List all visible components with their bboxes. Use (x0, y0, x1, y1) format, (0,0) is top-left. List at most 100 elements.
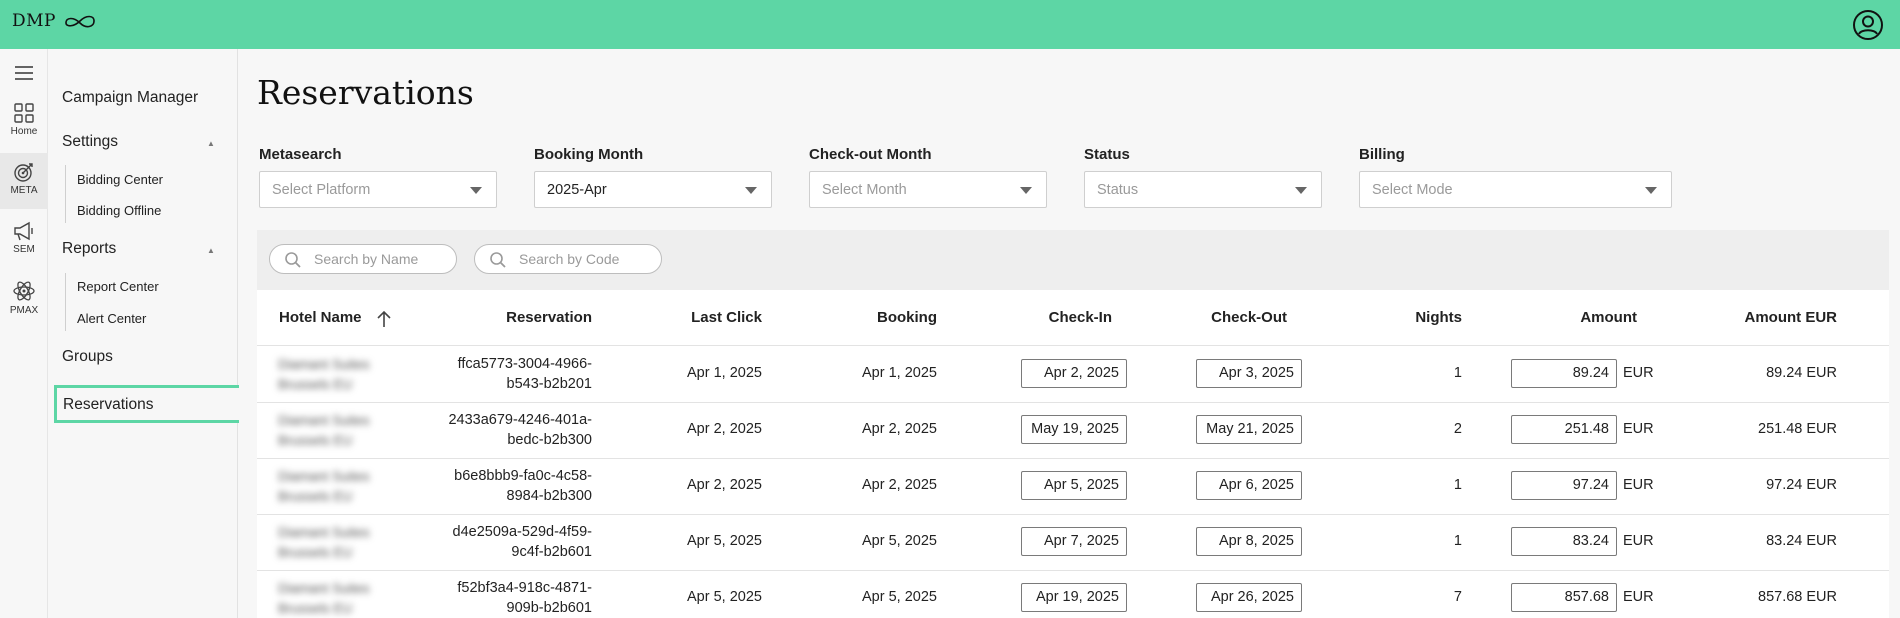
status-select[interactable]: Status (1084, 171, 1322, 208)
search-placeholder: Search by Name (314, 251, 419, 267)
rail-item-pmax[interactable]: PMAX (0, 271, 48, 327)
nights-cell: 1 (1453, 477, 1462, 493)
user-account-icon[interactable] (1852, 9, 1884, 41)
amount-field[interactable]: 97.24 (1511, 471, 1617, 500)
check-out-date-field[interactable]: Apr 3, 2025 (1196, 359, 1302, 388)
search-by-name-input[interactable]: Search by Name (269, 244, 457, 274)
reservation-id-cell: b6e8bbb9-fa0c-4c58- 8984-b2b300 (442, 466, 592, 506)
hotel-name-cell: Diamant Suites Brussels EU (278, 579, 388, 618)
rail-item-sem[interactable]: SEM (0, 212, 48, 268)
amount-eur-cell: 83.24 EUR (1766, 533, 1837, 549)
checkout-month-select[interactable]: Select Month (809, 171, 1047, 208)
check-out-date-field[interactable]: Apr 6, 2025 (1196, 471, 1302, 500)
check-out-date-field[interactable]: Apr 8, 2025 (1196, 527, 1302, 556)
reservation-id-line: 2433a679-4246-401a- (448, 412, 592, 428)
sidebar-item-bidding-offline[interactable]: Bidding Offline (77, 203, 161, 218)
hotel-location-line: Brussels EU (278, 377, 353, 392)
last-click-cell: Apr 5, 2025 (687, 589, 762, 605)
rail-item-home[interactable]: Home (0, 94, 48, 150)
search-icon (285, 252, 301, 268)
rail-item-meta[interactable]: META (0, 153, 48, 209)
check-out-date-field[interactable]: May 21, 2025 (1196, 415, 1302, 444)
filter-booking-month: Booking Month 2025-Apr (534, 146, 772, 208)
table-row[interactable]: Diamant Suites Brussels EU 2433a679-4246-… (257, 403, 1889, 459)
table-search-bar: Search by Name Search by Code (257, 230, 1889, 290)
sidebar-item-bidding-center[interactable]: Bidding Center (77, 172, 163, 187)
column-header-booking[interactable]: Booking (837, 309, 937, 326)
check-in-date-field[interactable]: Apr 5, 2025 (1021, 471, 1127, 500)
column-header-amount-eur[interactable]: Amount EUR (1687, 309, 1838, 326)
last-click-cell: Apr 2, 2025 (687, 421, 762, 437)
sort-ascending-icon[interactable] (376, 310, 392, 328)
last-click-cell: Apr 2, 2025 (687, 477, 762, 493)
caret-down-icon (1645, 187, 1657, 194)
select-placeholder: Select Platform (272, 182, 371, 198)
column-header-check-out[interactable]: Check-Out (1187, 309, 1287, 326)
nights-cell: 7 (1453, 589, 1462, 605)
main-content: Reservations Metasearch Select Platform … (239, 49, 1900, 618)
select-placeholder: Status (1097, 182, 1139, 198)
sidebar-item-report-center[interactable]: Report Center (77, 279, 159, 294)
currency-label: EUR (1623, 421, 1654, 437)
search-by-code-input[interactable]: Search by Code (474, 244, 662, 274)
filter-label: Billing (1359, 146, 1405, 163)
reservation-id-line: bedc-b2b300 (507, 432, 592, 448)
hotel-location-line: Brussels EU (278, 601, 353, 616)
sidebar-item-campaign-manager[interactable]: Campaign Manager (62, 89, 198, 107)
column-header-hotel-name[interactable]: Hotel Name (279, 309, 362, 326)
currency-label: EUR (1623, 589, 1654, 605)
amount-field[interactable]: 83.24 (1511, 527, 1617, 556)
column-header-reservation[interactable]: Reservation (442, 309, 592, 326)
filter-label: Check-out Month (809, 146, 932, 163)
table-row[interactable]: Diamant Suites Brussels EU f52bf3a4-918c-… (257, 571, 1889, 618)
hotel-name-cell: Diamant Suites Brussels EU (278, 411, 388, 451)
amount-field[interactable]: 251.48 (1511, 415, 1617, 444)
reservation-id-cell: f52bf3a4-918c-4871- 909b-b2b601 (442, 578, 592, 618)
hotel-location-line: Brussels EU (278, 489, 353, 504)
check-in-date-field[interactable]: Apr 7, 2025 (1021, 527, 1127, 556)
sidebar-item-settings[interactable]: Settings (62, 133, 118, 151)
reservation-id-line: b6e8bbb9-fa0c-4c58- (454, 468, 592, 484)
chevron-up-icon[interactable]: ▲ (207, 246, 215, 255)
booking-cell: Apr 1, 2025 (862, 365, 937, 381)
hamburger-menu-icon[interactable] (13, 65, 35, 83)
check-in-date-field[interactable]: Apr 19, 2025 (1021, 583, 1127, 612)
sidebar-item-reservations[interactable]: Reservations (54, 385, 242, 423)
table-row[interactable]: Diamant Suites Brussels EU d4e2509a-529d-… (257, 515, 1889, 571)
reservation-id-line: 9c4f-b2b601 (511, 544, 592, 560)
table-row[interactable]: Diamant Suites Brussels EU b6e8bbb9-fa0c-… (257, 459, 1889, 515)
booking-month-select[interactable]: 2025-Apr (534, 171, 772, 208)
rail-label: META (10, 185, 38, 196)
check-out-date-field[interactable]: Apr 26, 2025 (1196, 583, 1302, 612)
chevron-up-icon[interactable]: ▲ (207, 139, 215, 148)
sidebar-item-groups[interactable]: Groups (62, 348, 113, 366)
amount-eur-cell: 857.68 EUR (1758, 589, 1837, 605)
check-in-date-field[interactable]: Apr 2, 2025 (1021, 359, 1127, 388)
amount-field[interactable]: 857.68 (1511, 583, 1617, 612)
metasearch-select[interactable]: Select Platform (259, 171, 497, 208)
rail-label: SEM (13, 244, 35, 255)
sidebar-item-alert-center[interactable]: Alert Center (77, 311, 146, 326)
column-header-last-click[interactable]: Last Click (662, 309, 762, 326)
sidebar: Campaign Manager Settings ▲ Bidding Cent… (49, 49, 242, 618)
icon-rail: Home META SEM PMAX (0, 49, 48, 618)
billing-select[interactable]: Select Mode (1359, 171, 1672, 208)
amount-eur-cell: 251.48 EUR (1758, 421, 1837, 437)
sidebar-item-reports[interactable]: Reports (62, 240, 116, 258)
reservations-table: Search by Name Search by Code Hotel Name… (257, 230, 1889, 618)
reservation-id-line: ffca5773-3004-4966- (457, 356, 592, 372)
tree-line (65, 165, 66, 223)
reservation-id-line: 8984-b2b300 (506, 488, 592, 504)
rail-label: Home (10, 126, 38, 137)
table-row[interactable]: Diamant Suites Brussels EU ffca5773-3004-… (257, 347, 1889, 403)
amount-field[interactable]: 89.24 (1511, 359, 1617, 388)
hotel-name-cell: Diamant Suites Brussels EU (278, 355, 388, 395)
logo[interactable]: DMP (12, 11, 96, 31)
column-header-check-in[interactable]: Check-In (1012, 309, 1112, 326)
check-in-date-field[interactable]: May 19, 2025 (1021, 415, 1127, 444)
hotel-name-line: Diamant Suites (278, 469, 370, 484)
column-header-amount[interactable]: Amount (1537, 309, 1637, 326)
top-bar: DMP (0, 0, 1900, 49)
column-header-nights[interactable]: Nights (1362, 309, 1462, 326)
target-icon (14, 163, 33, 182)
